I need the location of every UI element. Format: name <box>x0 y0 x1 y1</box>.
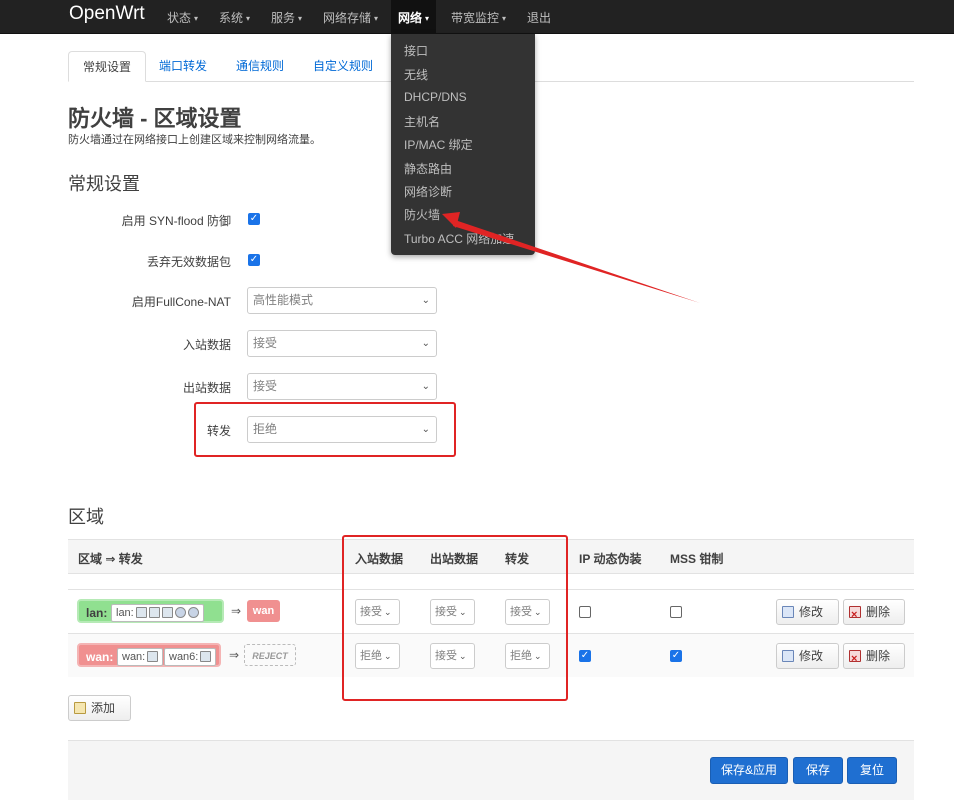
menu-item-static-routes[interactable]: 静态路由 <box>404 160 452 177</box>
chevron-down-icon: ⌄ <box>421 338 430 349</box>
wan-delete-button[interactable]: 删除 <box>843 643 905 671</box>
tab-traffic-rules[interactable]: 通信规则 <box>222 51 298 82</box>
delete-icon <box>849 603 861 627</box>
ethernet-icon <box>148 607 160 618</box>
zone-name: lan: <box>86 606 108 620</box>
nav-nas[interactable]: 网络存储 ▾ <box>323 9 378 26</box>
input-policy-label: 入站数据 <box>182 338 231 352</box>
fullcone-select[interactable]: 高性能模式 ⌄ <box>247 287 437 314</box>
network-dropdown-menu: 接口 无线 DHCP/DNS 主机名 IP/MAC 绑定 静态路由 网络诊断 防… <box>391 34 535 255</box>
chevron-down-icon: ⌄ <box>421 295 430 306</box>
col-zone-forward: 区域 ⇒ 转发 <box>78 552 143 566</box>
wan-mss-checkbox[interactable]: ✓ <box>670 650 682 662</box>
col-mss-clamp: MSS 钳制 <box>670 552 724 566</box>
nav-logout[interactable]: 退出 <box>527 9 551 26</box>
col-masquerade: IP 动态伪装 <box>579 552 642 566</box>
syn-flood-label: 启用 SYN-flood 防御 <box>121 214 231 228</box>
page-title: 防火墙 - 区域设置 <box>68 106 242 131</box>
caret-down-icon: ▾ <box>374 14 379 23</box>
interface-chip: wan: <box>117 648 164 666</box>
nav-services[interactable]: 服务 ▾ <box>271 9 302 26</box>
nav-status[interactable]: 状态 ▾ <box>167 9 198 26</box>
menu-item-ip-mac-bind[interactable]: IP/MAC 绑定 <box>404 136 473 153</box>
wifi-icon <box>174 607 186 618</box>
page-description: 防火墙通过在网络接口上创建区域来控制网络流量。 <box>68 134 321 146</box>
tab-port-forward[interactable]: 端口转发 <box>145 51 221 82</box>
menu-item-hostnames[interactable]: 主机名 <box>404 113 440 130</box>
add-zone-button[interactable]: 添加 <box>68 695 131 721</box>
interface-chip: lan: <box>111 604 204 622</box>
annotation-highlight-box <box>342 535 568 701</box>
output-policy-label: 出站数据 <box>182 381 231 395</box>
input-policy-select[interactable]: 接受 ⌄ <box>247 330 437 357</box>
wan-masq-checkbox[interactable]: ✓ <box>579 650 591 662</box>
delete-icon <box>849 647 861 671</box>
ethernet-icon <box>135 607 147 618</box>
wifi-icon <box>187 607 199 618</box>
menu-item-wireless[interactable]: 无线 <box>404 66 428 83</box>
fullcone-label: 启用FullCone-NAT <box>131 295 231 309</box>
annotation-highlight-box <box>194 402 456 457</box>
drop-invalid-label: 丢弃无效数据包 <box>146 255 231 269</box>
lan-edit-button[interactable]: 修改 <box>776 599 839 625</box>
tab-general[interactable]: 常规设置 <box>68 51 147 82</box>
menu-item-dhcp-dns[interactable]: DHCP/DNS <box>404 90 467 104</box>
dest-zone-wan: wan <box>247 600 280 622</box>
brand-logo[interactable]: OpenWrt <box>69 3 145 25</box>
output-policy-select[interactable]: 接受 ⌄ <box>247 373 437 400</box>
lan-mss-checkbox[interactable] <box>670 606 682 618</box>
nav-bandwidth[interactable]: 带宽监控 ▾ <box>451 9 506 26</box>
caret-down-icon: ▾ <box>194 14 199 23</box>
zone-badge-wan: wan: wan: wan6: <box>77 643 221 667</box>
ethernet-icon <box>200 651 212 662</box>
lan-delete-button[interactable]: 删除 <box>843 599 905 627</box>
ethernet-icon <box>161 607 173 618</box>
dest-reject: REJECT <box>244 644 296 666</box>
syn-flood-checkbox[interactable]: ✓ <box>248 213 260 225</box>
ethernet-icon <box>147 651 159 662</box>
general-section-title: 常规设置 <box>68 174 140 194</box>
lan-masq-checkbox[interactable] <box>579 606 591 618</box>
menu-item-firewall[interactable]: 防火墙 <box>404 206 440 223</box>
caret-down-icon: ▾ <box>502 14 507 23</box>
wan-edit-button[interactable]: 修改 <box>776 643 839 669</box>
drop-invalid-checkbox[interactable]: ✓ <box>248 254 260 266</box>
caret-down-icon: ▾ <box>425 14 430 23</box>
chevron-down-icon: ⌄ <box>421 381 430 392</box>
tab-custom-rules[interactable]: 自定义规则 <box>299 51 387 82</box>
menu-item-diagnostics[interactable]: 网络诊断 <box>404 183 452 200</box>
zone-name: wan: <box>86 650 114 664</box>
forward-arrow-icon: ⇒ <box>229 648 240 662</box>
menu-item-turbo-acc[interactable]: Turbo ACC 网络加速 <box>404 230 514 247</box>
zone-badge-lan: lan: lan: <box>77 599 224 623</box>
forward-arrow-icon: ⇒ <box>231 604 242 618</box>
caret-down-icon: ▾ <box>246 14 251 23</box>
save-apply-button[interactable]: 保存&应用 <box>710 757 788 784</box>
add-icon <box>74 702 86 714</box>
edit-icon <box>782 606 794 618</box>
save-button[interactable]: 保存 <box>793 757 843 784</box>
interface-chip: wan6: <box>164 648 217 666</box>
reset-button[interactable]: 复位 <box>847 757 897 784</box>
nav-network[interactable]: 网络 ▾ <box>398 9 429 26</box>
nav-system[interactable]: 系统 ▾ <box>219 9 250 26</box>
caret-down-icon: ▾ <box>298 14 303 23</box>
zones-section-title: 区域 <box>68 507 104 527</box>
top-navbar: OpenWrt 状态 ▾ 系统 ▾ 服务 ▾ 网络存储 ▾ 网络 ▾ 带宽监控 ▾ 退出 <box>0 0 954 34</box>
edit-icon <box>782 650 794 662</box>
menu-item-interfaces[interactable]: 接口 <box>404 42 428 59</box>
